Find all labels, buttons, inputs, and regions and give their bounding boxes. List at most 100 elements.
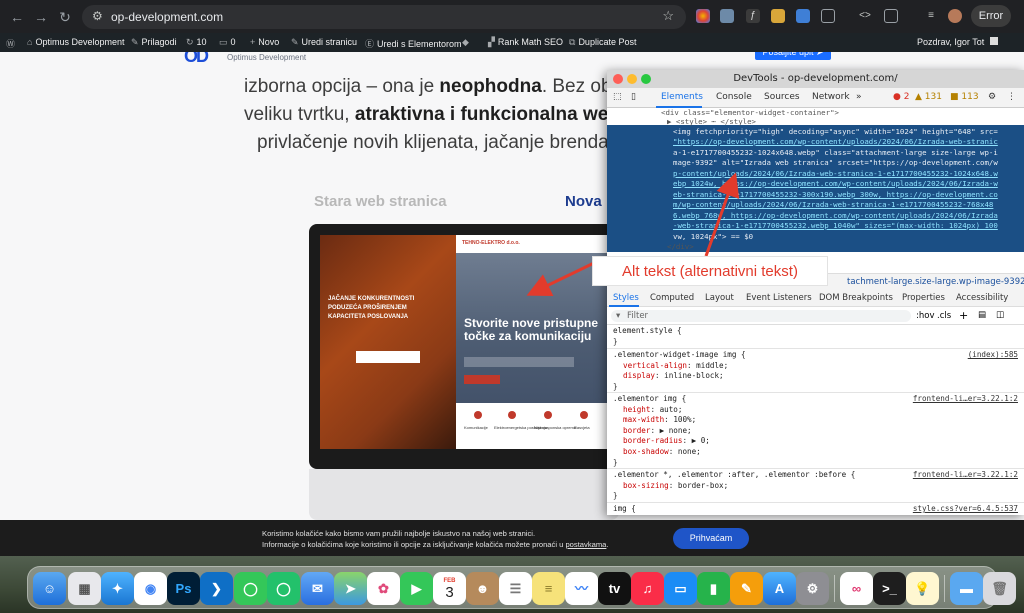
tab-search-icon[interactable] xyxy=(884,9,898,23)
zoom-window-button[interactable] xyxy=(641,74,651,84)
device-toolbar-icon[interactable]: ▯ xyxy=(631,92,636,102)
css-declaration[interactable]: max-width: 100%; xyxy=(613,415,1018,426)
inspect-element-icon[interactable]: ⬚ xyxy=(613,92,622,102)
error-count[interactable]: ● 2 xyxy=(893,92,909,102)
dom-line[interactable]: </div> xyxy=(607,242,1024,253)
dom-line[interactable]: 6.webp 768w, https://op-development.com/… xyxy=(607,211,1024,222)
dom-line[interactable]: p-content/uploads/2024/06/Izrada-web-str… xyxy=(607,169,1024,180)
download-extension-icon[interactable] xyxy=(796,9,810,23)
rule-source-link[interactable]: (index):585 xyxy=(968,350,1018,361)
css-declaration[interactable]: border: ▶ none; xyxy=(613,426,1018,437)
color-extension-icon[interactable] xyxy=(696,9,710,23)
mail-icon[interactable]: ✉ xyxy=(301,572,334,605)
reload-icon[interactable]: ↻ xyxy=(56,8,74,26)
warning-count[interactable]: ▲ 131 xyxy=(915,92,942,102)
puzzle-extensions-icon[interactable] xyxy=(821,9,835,23)
dom-line[interactable]: <img fetchpriority="high" decoding="asyn… xyxy=(607,127,1024,138)
profile-error-button[interactable]: Error xyxy=(971,5,1011,27)
subtab-accessibility[interactable]: Accessibility xyxy=(956,293,1008,303)
admin-rank-math[interactable]: ▞ Rank Math SEO xyxy=(488,37,563,48)
dom-line[interactable]: ebp 1024w, https://op-development.com/wp… xyxy=(607,179,1024,190)
system-settings-icon[interactable]: ⚙ xyxy=(796,572,829,605)
tab-network[interactable]: Network xyxy=(812,92,850,102)
css-declaration[interactable]: vertical-align: middle; xyxy=(613,361,1018,372)
css-rule[interactable]: .elementor img { frontend-li…er=3.22.1:2… xyxy=(607,393,1024,469)
css-declaration[interactable]: display: inline-block; xyxy=(613,371,1018,382)
tab-console[interactable]: Console xyxy=(716,92,752,102)
numbers-icon[interactable]: ▮ xyxy=(697,572,730,605)
issue-count[interactable]: ■ 113 xyxy=(950,92,979,102)
subtab-dom-breakpoints[interactable]: DOM Breakpoints xyxy=(819,293,893,303)
keynote-icon[interactable]: ▭ xyxy=(664,572,697,605)
new-rule-icon[interactable]: + xyxy=(959,309,968,322)
subtab-computed[interactable]: Computed xyxy=(650,293,694,303)
dom-line[interactable]: -web-stranica-1-e1717700455232.webp 1040… xyxy=(607,221,1024,232)
address-url[interactable]: op-development.com xyxy=(111,10,223,24)
font-extension-icon[interactable]: ƒ xyxy=(746,9,760,23)
reminders-icon[interactable]: ☰ xyxy=(499,572,532,605)
styles-filter-input[interactable]: ▾ Filter xyxy=(611,310,911,322)
finder-icon[interactable]: ☺ xyxy=(33,572,66,605)
contacts-icon[interactable]: ☻ xyxy=(466,572,499,605)
address-bar[interactable]: ⚙ op-development.com ☆ xyxy=(82,5,686,29)
minimize-window-button[interactable] xyxy=(627,74,637,84)
dom-line[interactable]: m/wp-content/uploads/2024/06/Izrada-web-… xyxy=(607,200,1024,211)
admin-new[interactable]: + Novo xyxy=(250,37,279,47)
cookie-settings-link[interactable]: postavkama xyxy=(565,540,606,549)
admin-duplicate[interactable]: ⧉ Duplicate Post xyxy=(569,37,636,48)
admin-edit-page[interactable]: ✎ Uredi stranicu xyxy=(291,37,357,48)
bookmark-extension-icon[interactable] xyxy=(771,9,785,23)
rule-source-link[interactable]: frontend-li…er=3.22.1:2 xyxy=(913,394,1018,405)
tab-sources[interactable]: Sources xyxy=(764,92,800,102)
facetime-icon[interactable]: ▶ xyxy=(400,572,433,605)
css-rule[interactable]: .elementor-widget-image img { (index):58… xyxy=(607,349,1024,393)
dom-line[interactable]: mage-9392" alt="Izrada web stranica" src… xyxy=(607,158,1024,169)
admin-comments[interactable]: ▭ 0 xyxy=(219,37,236,48)
app-store-icon[interactable]: A xyxy=(763,572,796,605)
notes-icon[interactable]: ≡ xyxy=(532,572,565,605)
toggle-sidebar-icon[interactable]: ◫ xyxy=(996,310,1004,320)
dom-line[interactable]: eb-stranica-1-e1717700455232-300x190.web… xyxy=(607,190,1024,201)
send-inquiry-button[interactable]: Pošaljite upit ➤ xyxy=(755,52,831,60)
rule-source-link[interactable]: frontend-li…er=3.22.1:2 xyxy=(913,470,1018,481)
pages-icon[interactable]: ✎ xyxy=(730,572,763,605)
dom-line[interactable]: vw, 1024px"> == $0 xyxy=(607,232,1024,243)
trash-icon[interactable]: 🗑 xyxy=(983,572,1016,605)
computed-styles-icon[interactable]: ▤ xyxy=(978,310,986,320)
admin-customize[interactable]: ✎ Prilagodi xyxy=(131,37,177,48)
admin-edit-elementor[interactable]: Ⓔ Uredi s Elementorom xyxy=(365,37,462,50)
forward-icon[interactable]: → xyxy=(32,8,50,26)
subtab-styles[interactable]: Styles xyxy=(613,293,639,303)
apple-tv-icon[interactable]: tv xyxy=(598,572,631,605)
chrome-icon[interactable]: ◉ xyxy=(134,572,167,605)
dom-line[interactable]: "https://op-development.com/wp-content/u… xyxy=(607,137,1024,148)
image-extension-icon[interactable] xyxy=(720,9,734,23)
wordpress-logo-icon[interactable]: Ⓦ xyxy=(6,37,18,50)
rule-source-link[interactable]: style.css?ver=6.4.5:537 xyxy=(913,504,1018,515)
whatsapp-icon[interactable]: ◯ xyxy=(267,572,300,605)
terminal-icon[interactable]: >_ xyxy=(873,572,906,605)
profile-avatar[interactable] xyxy=(948,9,962,23)
kebab-menu-icon[interactable]: ⋮ xyxy=(1007,92,1016,102)
downloads-folder-icon[interactable]: ▬ xyxy=(950,572,983,605)
photos-icon[interactable]: ✿ xyxy=(367,572,400,605)
vscode-icon[interactable]: ❯ xyxy=(200,572,233,605)
dom-tree[interactable]: <div class="elementor-widget-container">… xyxy=(607,108,1024,273)
site-info-icon[interactable]: ⚙ xyxy=(92,9,103,23)
close-window-button[interactable] xyxy=(613,74,623,84)
subtab-event-listeners[interactable]: Event Listeners xyxy=(746,293,812,303)
settings-gear-icon[interactable]: ⚙ xyxy=(988,92,996,102)
admin-diamond[interactable]: ◆ xyxy=(462,37,472,48)
music-icon[interactable]: ♫ xyxy=(631,572,664,605)
css-rule[interactable]: .elementor *, .elementor :after, .elemen… xyxy=(607,469,1024,503)
css-declaration[interactable]: box-shadow: none; xyxy=(613,447,1018,458)
admin-site-name[interactable]: ⌂ Optimus Development xyxy=(27,37,124,47)
tips-icon[interactable]: 💡 xyxy=(906,572,939,605)
accept-cookies-button[interactable]: Prihvaćam xyxy=(673,528,749,549)
calendar-icon[interactable]: FEB 3 xyxy=(433,572,466,605)
css-rule[interactable]: img { style.css?ver=6.4.5:537 xyxy=(607,503,1024,515)
admin-updates[interactable]: ↻ 10 xyxy=(186,37,207,48)
more-tabs-icon[interactable]: » xyxy=(856,92,862,102)
maps-icon[interactable]: ➤ xyxy=(334,572,367,605)
css-declaration[interactable]: border-radius: ▶ 0; xyxy=(613,436,1018,447)
